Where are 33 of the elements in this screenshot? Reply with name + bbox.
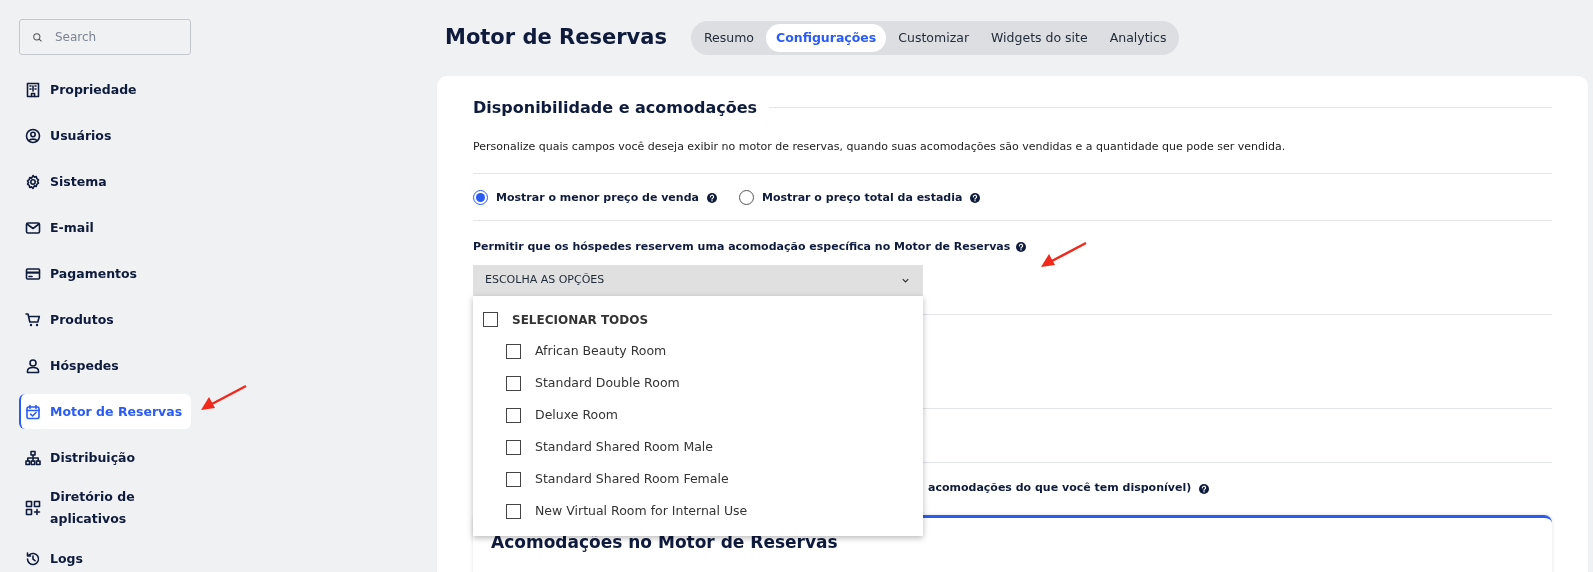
sidebar-item[interactable]: Usuários bbox=[19, 118, 191, 153]
sidebar-item[interactable]: Propriedade bbox=[19, 72, 191, 107]
radio-label: Mostrar o menor preço de venda bbox=[496, 189, 699, 206]
radio-label: Mostrar o preço total da estadia bbox=[761, 189, 963, 206]
sidebar-item[interactable]: Sistema bbox=[19, 164, 191, 199]
section-description: Personalize quais campos você deseja exibir no motor de reservas, quando suas acomodações são vendidas e a quantidade que pode ser vendida. bbox=[473, 139, 1287, 156]
tab[interactable]: Configurações bbox=[766, 23, 887, 53]
subsection-title: Acomodações no Motor de Reservas bbox=[491, 531, 839, 553]
checkbox-option[interactable]: Standard Double Room bbox=[483, 367, 913, 400]
checkbox-option[interactable]: Standard Shared Room Female bbox=[483, 463, 913, 496]
tab[interactable]: Widgets do site bbox=[981, 23, 1098, 53]
tab[interactable]: Resumo bbox=[693, 23, 764, 53]
field-label: Permitir que os hóspedes reservem uma acomodação específica no Motor de Reservas bbox=[473, 239, 1011, 256]
section-title: Disponibilidade e acomodações bbox=[473, 98, 758, 118]
page-title: Motor de Reservas bbox=[445, 25, 667, 51]
sidebar-item[interactable]: Logs bbox=[19, 541, 191, 572]
dropdown[interactable]: ESCOLHA AS OPÇÕES bbox=[473, 264, 923, 296]
field-label: acomodações do que você tem disponível) bbox=[928, 480, 1192, 497]
search-field[interactable]: Search bbox=[19, 19, 191, 55]
tab[interactable]: Customizar bbox=[888, 23, 980, 53]
checkbox-option[interactable]: Standard Shared Room Male bbox=[483, 431, 913, 464]
sidebar-item[interactable]: Motor de Reservas bbox=[19, 394, 191, 429]
sidebar-item[interactable]: E-mail bbox=[19, 210, 191, 245]
sidebar-item[interactable]: Distribuição bbox=[19, 440, 191, 475]
checkbox-option[interactable]: New Virtual Room for Internal Use bbox=[483, 495, 913, 528]
checkbox-option[interactable]: SELECIONAR TODOS bbox=[483, 303, 913, 336]
sidebar-item[interactable]: Hóspedes bbox=[19, 348, 191, 383]
sidebar-item[interactable]: Diretório de aplicativos bbox=[19, 486, 191, 530]
checkbox-option[interactable]: Deluxe Room bbox=[483, 399, 913, 432]
checkbox-option[interactable]: African Beauty Room bbox=[483, 335, 913, 368]
tab[interactable]: Analytics bbox=[1099, 23, 1177, 53]
sidebar-item[interactable]: Pagamentos bbox=[19, 256, 191, 291]
sidebar-item[interactable]: Produtos bbox=[19, 302, 191, 337]
